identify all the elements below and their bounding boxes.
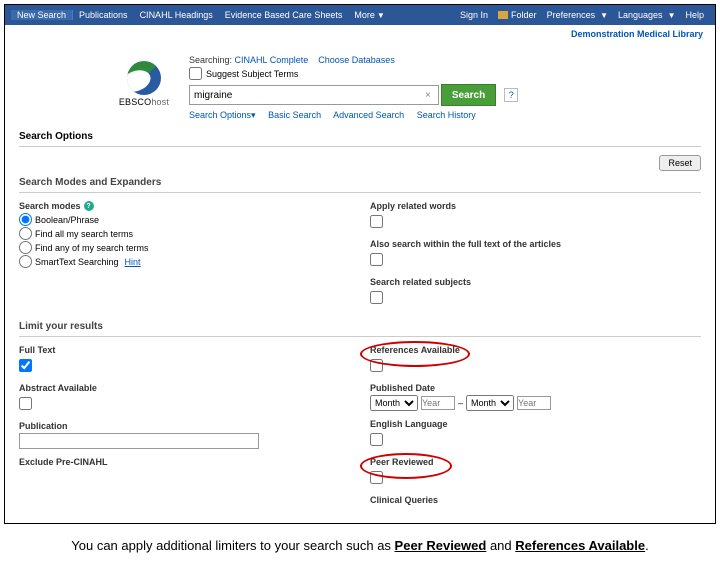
published-date-label: Published Date — [370, 383, 701, 393]
library-name-link[interactable]: Demonstration Medical Library — [571, 29, 703, 39]
advanced-search-link[interactable]: Advanced Search — [333, 110, 404, 120]
references-checkbox[interactable] — [370, 359, 383, 372]
full-text-label: Full Text — [19, 345, 350, 355]
chevron-down-icon: ▼ — [377, 11, 385, 20]
limit-results-heading: Limit your results — [19, 321, 701, 332]
help-link[interactable]: Help — [680, 10, 709, 20]
also-fulltext-checkbox[interactable] — [370, 253, 383, 266]
top-nav: New Search Publications CINAHL Headings … — [5, 5, 715, 25]
slide-caption: You can apply additional limiters to you… — [0, 528, 720, 567]
database-name[interactable]: CINAHL Complete — [235, 55, 309, 65]
more-menu[interactable]: More▼ — [348, 10, 390, 20]
new-search-link[interactable]: New Search — [11, 10, 73, 20]
mode-find-any-radio[interactable] — [19, 241, 32, 254]
publications-link[interactable]: Publications — [73, 10, 134, 20]
full-text-checkbox[interactable] — [19, 359, 32, 372]
exclude-pre-label: Exclude Pre-CINAHL — [19, 457, 350, 467]
sign-in-link[interactable]: Sign In — [455, 10, 493, 20]
evidence-based-link[interactable]: Evidence Based Care Sheets — [219, 10, 349, 20]
publication-input[interactable] — [19, 433, 259, 449]
month-to-select[interactable]: Month — [466, 395, 514, 411]
suggest-terms-label: Suggest Subject Terms — [206, 69, 298, 79]
basic-search-link[interactable]: Basic Search — [268, 110, 321, 120]
also-fulltext-label: Also search within the full text of the … — [370, 239, 701, 249]
folder-icon — [498, 11, 508, 19]
search-options-heading: Search Options — [19, 131, 701, 142]
search-options-toggle[interactable]: Search Options▾ — [189, 110, 256, 120]
publication-label: Publication — [19, 421, 350, 431]
apply-related-label: Apply related words — [370, 201, 701, 211]
clinical-queries-label: Clinical Queries — [370, 495, 701, 505]
year-from-input[interactable] — [421, 396, 455, 410]
mode-smarttext-radio[interactable] — [19, 255, 32, 268]
english-checkbox[interactable] — [370, 433, 383, 446]
modes-expanders-heading: Search Modes and Expanders — [19, 177, 701, 188]
references-label: References Available — [370, 345, 701, 355]
peer-reviewed-label: Peer Reviewed — [370, 457, 701, 467]
smarttext-hint-link[interactable]: Hint — [125, 257, 141, 267]
abstract-label: Abstract Available — [19, 383, 350, 393]
library-bar: Demonstration Medical Library — [5, 25, 715, 43]
clear-search-icon[interactable]: × — [425, 90, 431, 101]
choose-databases-link[interactable]: Choose Databases — [318, 55, 395, 65]
logo-icon — [127, 61, 161, 95]
search-input[interactable] — [189, 85, 439, 105]
english-label: English Language — [370, 419, 701, 429]
reset-button[interactable]: Reset — [659, 155, 701, 171]
search-history-link[interactable]: Search History — [417, 110, 476, 120]
mode-find-all-radio[interactable] — [19, 227, 32, 240]
help-icon[interactable]: ? — [504, 88, 518, 102]
suggest-terms-checkbox[interactable] — [189, 67, 202, 80]
search-button[interactable]: Search — [441, 84, 496, 106]
related-subjects-checkbox[interactable] — [370, 291, 383, 304]
languages-link[interactable]: Languages▼ — [613, 10, 680, 20]
peer-reviewed-checkbox[interactable] — [370, 471, 383, 484]
chevron-down-icon: ▼ — [668, 11, 676, 20]
search-modes-label: Search modes — [19, 201, 81, 211]
searching-label: Searching: — [189, 55, 232, 65]
mode-boolean-radio[interactable] — [19, 213, 32, 226]
folder-link[interactable]: Folder — [493, 10, 542, 20]
info-icon[interactable]: ? — [84, 201, 94, 211]
preferences-link[interactable]: Preferences▼ — [542, 10, 613, 20]
chevron-down-icon: ▼ — [600, 11, 608, 20]
year-to-input[interactable] — [517, 396, 551, 410]
related-subjects-label: Search related subjects — [370, 277, 701, 287]
ebsco-logo: EBSCOhost — [109, 61, 179, 121]
month-from-select[interactable]: Month — [370, 395, 418, 411]
apply-related-checkbox[interactable] — [370, 215, 383, 228]
abstract-checkbox[interactable] — [19, 397, 32, 410]
cinahl-headings-link[interactable]: CINAHL Headings — [134, 10, 219, 20]
